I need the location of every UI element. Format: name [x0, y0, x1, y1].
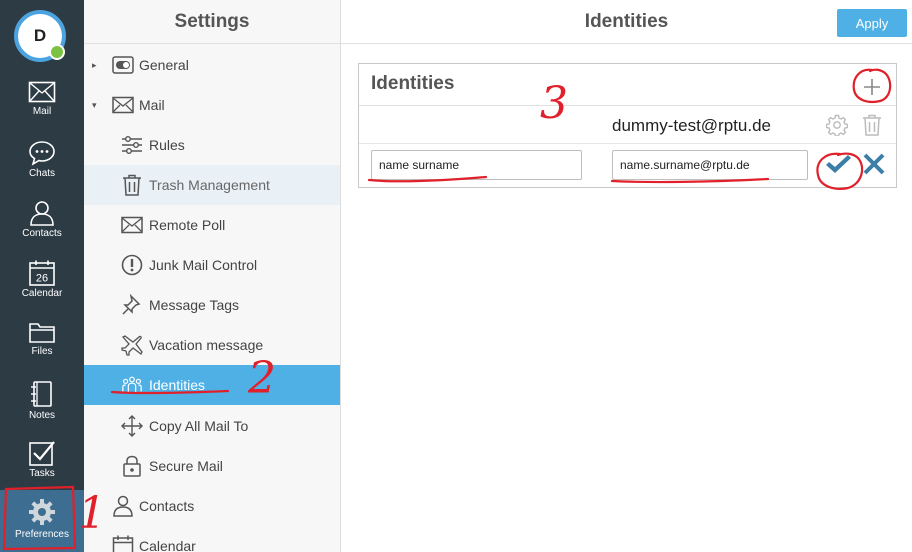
rail-files[interactable]: Files [0, 320, 84, 380]
settings-gear-icon[interactable] [825, 114, 849, 141]
folder-icon [29, 323, 55, 343]
contact-icon [112, 495, 134, 517]
envelope-icon [121, 214, 143, 236]
nav-label: General [139, 57, 189, 73]
new-identity-row [359, 144, 896, 186]
identity-email: dummy-test@rptu.de [612, 116, 771, 135]
identity-row: dummy-test@rptu.de [359, 106, 896, 144]
confirm-button[interactable] [824, 152, 852, 178]
annotation-step-3: 3 [540, 78, 568, 129]
identity-name-input[interactable] [371, 150, 582, 180]
rail-label: Tasks [29, 468, 55, 479]
gear-icon [29, 499, 55, 525]
nav-secure-mail[interactable]: Secure Mail [84, 446, 340, 486]
nav-identities[interactable]: Identities [84, 365, 340, 405]
nav-label: Calendar [139, 538, 196, 552]
nav-label: Trash Management [149, 177, 270, 193]
calendar-icon [112, 535, 134, 552]
tasks-icon [29, 441, 55, 466]
rail-label: Preferences [15, 529, 69, 540]
main-header: Identities Apply [341, 0, 912, 44]
calendar-day: 26 [36, 273, 48, 285]
plane-icon [121, 334, 143, 356]
notes-icon [31, 381, 52, 407]
nav-label: Secure Mail [149, 458, 223, 474]
nav-label: Junk Mail Control [149, 257, 258, 273]
settings-title: Settings [84, 0, 340, 44]
panel-title: Identities [371, 73, 455, 94]
close-icon [863, 153, 885, 175]
collapse-caret[interactable]: ▾ [92, 100, 97, 111]
rail-notes[interactable]: Notes [0, 380, 84, 440]
cancel-button[interactable] [862, 152, 888, 178]
nav-vacation-message[interactable]: Vacation message [84, 325, 340, 365]
calendar-icon: 26 [29, 260, 55, 286]
settings-nav: Settings ▸ General ▾ Mail Rules Trash Ma… [84, 0, 341, 552]
rail-chats[interactable]: Chats [0, 140, 84, 200]
nav-general[interactable]: ▸ General [84, 45, 340, 85]
checkmark-icon [826, 155, 851, 173]
nav-junk-mail-control[interactable]: Junk Mail Control [84, 245, 340, 285]
apply-button[interactable]: Apply [837, 9, 907, 37]
nav-rules[interactable]: Rules [84, 125, 340, 165]
pin-icon [121, 294, 143, 316]
rail-label: Mail [32, 106, 52, 117]
trash-icon [121, 174, 143, 196]
app-rail: D Mail Chats Contacts 26 Calendar Files … [0, 0, 84, 552]
rail-preferences[interactable]: Preferences [0, 490, 84, 552]
nav-label: Remote Poll [149, 217, 226, 233]
delete-identity-icon[interactable] [862, 114, 882, 141]
rail-mail[interactable]: Mail [0, 80, 84, 140]
rail-label: Files [31, 346, 53, 357]
annotation-step-2: 2 [248, 353, 276, 404]
rail-calendar[interactable]: 26 Calendar [0, 260, 84, 320]
add-identity-button[interactable] [859, 74, 885, 100]
main-content: Identities Apply Identities dummy-test@r… [341, 0, 912, 552]
nav-label: Vacation message [149, 337, 264, 353]
page-title: Identities [584, 11, 669, 32]
nav-copy-all-mail-to[interactable]: Copy All Mail To [84, 406, 340, 446]
nav-label: Mail [139, 97, 165, 113]
nav-label: Copy All Mail To [149, 418, 249, 434]
nav-label: Identities [149, 377, 206, 393]
arrows-icon [121, 415, 143, 437]
nav-label: Message Tags [149, 297, 240, 313]
rail-label: Notes [28, 410, 56, 421]
people-icon [121, 374, 143, 396]
panel-header: Identities [359, 64, 896, 106]
nav-calendar[interactable]: Calendar [84, 526, 340, 552]
nav-message-tags[interactable]: Message Tags [84, 285, 340, 325]
plus-icon [864, 79, 880, 95]
nav-remote-poll[interactable]: Remote Poll [84, 205, 340, 245]
contact-icon [30, 201, 54, 226]
identity-email-input[interactable] [612, 150, 808, 180]
mail-icon [28, 81, 56, 103]
annotation-step-1: 1 [78, 488, 106, 539]
nav-label: Rules [149, 137, 185, 153]
warning-icon [121, 254, 143, 276]
chat-icon [29, 141, 55, 166]
nav-trash-management[interactable]: Trash Management [84, 165, 340, 205]
avatar-initial: D [33, 26, 47, 45]
identities-panel: Identities dummy-test@rptu.de [358, 63, 897, 188]
rail-label: Contacts [22, 228, 62, 239]
nav-mail[interactable]: ▾ Mail [84, 85, 340, 125]
rail-label: Calendar [21, 288, 63, 299]
mail-icon [112, 94, 134, 116]
nav-contacts[interactable]: Contacts [84, 486, 340, 526]
lock-icon [121, 455, 143, 477]
rail-contacts[interactable]: Contacts [0, 200, 84, 260]
rail-label: Chats [28, 168, 56, 179]
presence-indicator [49, 44, 65, 60]
toggle-icon [112, 54, 134, 76]
sliders-icon [121, 134, 143, 156]
nav-label: Contacts [139, 498, 195, 514]
expand-caret[interactable]: ▸ [92, 60, 97, 71]
